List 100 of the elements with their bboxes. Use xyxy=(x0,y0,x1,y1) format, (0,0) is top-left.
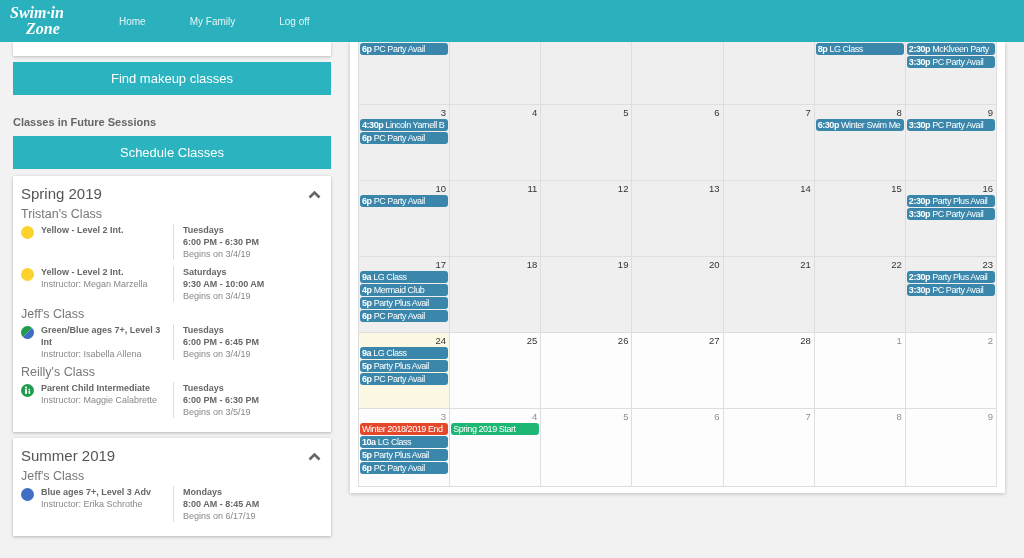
calendar-event[interactable]: 3:30p PC Party Avail xyxy=(906,208,995,220)
day-number: 8 xyxy=(896,106,903,119)
instructor-name: Instructor: Maggie Calabrette xyxy=(41,394,159,406)
day-number: 4 xyxy=(532,106,539,119)
calendar-event[interactable]: 10a LG Class xyxy=(360,436,449,448)
calendar-event[interactable]: 2:30p McKlveen Party xyxy=(906,43,995,55)
day-number: 2 xyxy=(987,334,994,347)
calendar-event[interactable]: 6p PC Party Avail xyxy=(360,310,449,322)
calendar-event[interactable]: 4:30p Lincoln Yarnell B xyxy=(360,119,449,131)
day-number: 3 xyxy=(440,410,448,423)
class-day: Saturdays xyxy=(183,266,265,278)
class-day: Mondays xyxy=(183,486,260,498)
day-number: 3 xyxy=(440,106,448,119)
day-number: 7 xyxy=(805,106,812,119)
logo[interactable]: Swim·in Zone xyxy=(10,5,75,37)
day-number: 14 xyxy=(800,182,812,195)
calendar-event[interactable]: 6p PC Party Avail xyxy=(360,462,449,474)
find-makeup-classes-button[interactable]: Find makeup classes xyxy=(13,62,331,95)
class-name: Yellow - Level 2 Int. xyxy=(41,266,125,278)
day-number: 9 xyxy=(987,410,994,423)
class-day: Tuesdays xyxy=(183,224,260,236)
day-number: 28 xyxy=(800,334,812,347)
day-number: 11 xyxy=(527,182,539,195)
calendar-event[interactable]: 5p Party Plus Avail xyxy=(360,360,449,372)
day-number: 18 xyxy=(526,258,539,271)
class-name: Green/Blue ages 7+, Level 3 Int xyxy=(41,324,162,348)
day-number: 15 xyxy=(891,182,903,195)
chevron-up-icon[interactable] xyxy=(308,189,321,199)
calendar-event[interactable]: 4p Mermaid Club xyxy=(360,284,449,296)
session-title: Summer 2019 xyxy=(21,446,116,466)
day-number: 20 xyxy=(709,258,721,271)
calendar-event[interactable]: Spring 2019 Start xyxy=(451,423,540,435)
calendar-event[interactable]: 6p PC Party Avail xyxy=(360,132,449,144)
section-heading: Classes in Future Sessions xyxy=(13,115,158,129)
nav-link[interactable]: Log off xyxy=(279,15,310,27)
class-name: Yellow - Level 2 Int. xyxy=(41,224,125,236)
class-time: 6:00 PM - 6:30 PM xyxy=(183,394,260,406)
day-number: 23 xyxy=(982,258,994,271)
day-number: 16 xyxy=(982,182,994,195)
student-class-title: Reilly's Class xyxy=(21,364,96,380)
class-start-date: Begins on 6/17/19 xyxy=(183,510,257,522)
class-day: Tuesdays xyxy=(183,382,260,394)
calendar-event[interactable]: 6:30p Winter Swim Me xyxy=(815,119,904,131)
calendar-event[interactable]: 3:30p PC Party Avail xyxy=(906,119,995,131)
instructor-name: Instructor: Erika Schrothe xyxy=(41,498,144,510)
calendar-event[interactable]: 6p PC Party Avail xyxy=(360,195,449,207)
calendar-event[interactable]: 9a LG Class xyxy=(360,271,449,283)
calendar-event[interactable]: 3:30p PC Party Avail xyxy=(906,284,995,296)
day-number: 8 xyxy=(896,410,903,423)
nav-link[interactable]: My Family xyxy=(189,15,236,27)
day-number: 1 xyxy=(896,334,903,347)
day-number: 27 xyxy=(709,334,721,347)
instructor-name: Instructor: Megan Marzella xyxy=(41,278,149,290)
class-start-date: Begins on 3/4/19 xyxy=(183,348,252,360)
calendar-event[interactable]: 3:30p PC Party Avail xyxy=(906,56,995,68)
day-number: 9 xyxy=(987,106,994,119)
calendar-event[interactable]: 5p Party Plus Avail xyxy=(360,449,449,461)
class-name: Parent Child Intermediate xyxy=(41,382,152,394)
instructor-name: Instructor: Isabella Allena xyxy=(41,348,143,360)
calendar-event[interactable]: 6p PC Party Avail xyxy=(360,43,449,55)
calendar-event[interactable]: 9a LG Class xyxy=(360,347,449,359)
class-time: 6:00 PM - 6:45 PM xyxy=(183,336,260,348)
calendar-event[interactable]: 2:30p Party Plus Avail xyxy=(906,271,995,283)
day-number: 22 xyxy=(891,258,903,271)
schedule-classes-button[interactable]: Schedule Classes xyxy=(13,136,331,169)
calendar-event[interactable]: 2:30p Party Plus Avail xyxy=(906,195,995,207)
nav-link[interactable]: Home xyxy=(119,15,146,27)
day-number: 21 xyxy=(800,258,812,271)
day-number: 5 xyxy=(623,106,630,119)
day-number: 25 xyxy=(526,334,539,347)
calendar-event[interactable]: Winter 2018/2019 End xyxy=(360,423,449,435)
day-number: 6 xyxy=(714,106,721,119)
calendar-event[interactable]: 6p PC Party Avail xyxy=(360,373,449,385)
day-number: 10 xyxy=(435,182,448,195)
chevron-up-icon[interactable] xyxy=(308,451,321,461)
class-start-date: Begins on 3/4/19 xyxy=(183,290,252,302)
class-time: 6:00 PM - 6:30 PM xyxy=(183,236,260,248)
day-number: 5 xyxy=(623,410,630,423)
class-time: 9:30 AM - 10:00 AM xyxy=(183,278,265,290)
day-number: 7 xyxy=(805,410,812,423)
class-start-date: Begins on 3/4/19 xyxy=(183,248,252,260)
class-start-date: Begins on 3/5/19 xyxy=(183,406,252,418)
class-name: Blue ages 7+, Level 3 Adv xyxy=(41,486,152,498)
day-number: 6 xyxy=(714,410,721,423)
day-number: 13 xyxy=(709,182,721,195)
student-class-title: Jeff's Class xyxy=(21,468,86,484)
day-number: 24 xyxy=(435,334,448,347)
day-number: 19 xyxy=(617,258,630,271)
day-number: 4 xyxy=(532,410,539,423)
session-title: Spring 2019 xyxy=(21,184,102,204)
student-class-title: Tristan's Class xyxy=(21,206,104,222)
calendar-event[interactable]: 5p Party Plus Avail xyxy=(360,297,449,309)
day-number: 26 xyxy=(617,334,630,347)
day-number: 12 xyxy=(617,182,630,195)
class-time: 8:00 AM - 8:45 AM xyxy=(183,498,260,510)
class-day: Tuesdays xyxy=(183,324,260,336)
calendar-event[interactable]: 8p LG Class xyxy=(815,43,904,55)
split-dot-icon xyxy=(21,326,34,339)
student-class-title: Jeff's Class xyxy=(21,306,86,322)
day-number: 17 xyxy=(435,258,448,271)
